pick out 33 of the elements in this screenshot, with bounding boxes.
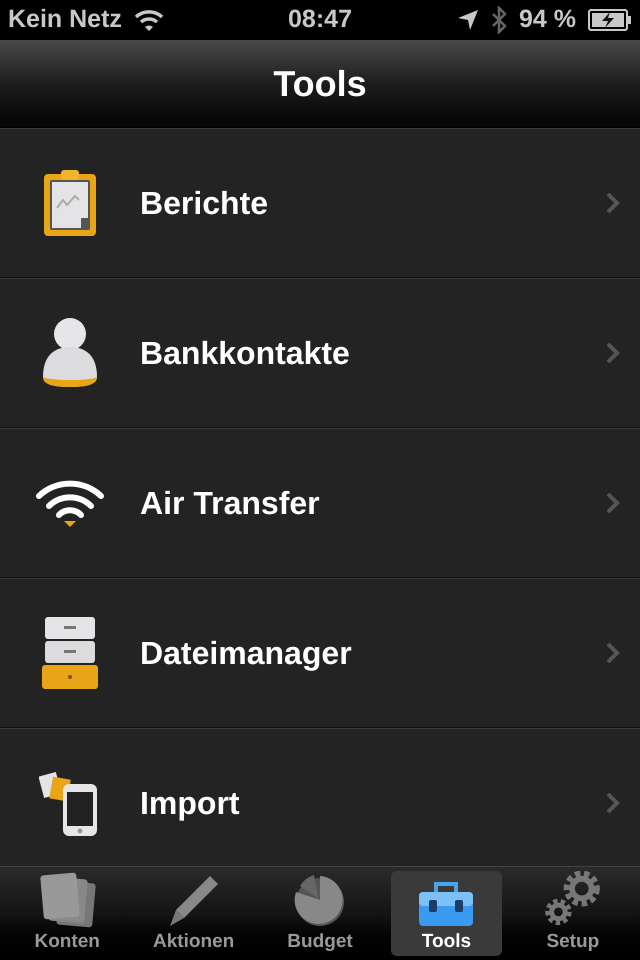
wifi-signal-icon xyxy=(134,9,164,31)
tab-button[interactable]: Konten xyxy=(12,871,122,956)
cards-icon xyxy=(38,872,96,928)
battery-percent: 94 % xyxy=(519,4,576,36)
chevron-icon xyxy=(606,192,620,214)
carrier-label: Kein Netz xyxy=(8,4,122,36)
clock-label: 08:47 xyxy=(288,4,352,36)
chevron-icon xyxy=(606,492,620,514)
person-icon xyxy=(41,317,99,389)
wifi-icon xyxy=(35,478,105,528)
tab-button[interactable]: Budget xyxy=(264,871,376,956)
tab-button[interactable]: Aktionen xyxy=(138,871,249,956)
clipboard-icon xyxy=(43,170,97,236)
chevron-icon xyxy=(606,642,620,664)
tab-button[interactable]: Setup xyxy=(518,871,628,956)
chevron-icon xyxy=(606,792,620,814)
nav-title: Tools xyxy=(273,62,367,106)
menu-row[interactable]: Berichte xyxy=(0,128,640,278)
tab-button[interactable]: Tools xyxy=(391,871,502,956)
menu-row[interactable]: Bankkontakte xyxy=(0,278,640,428)
chevron-icon xyxy=(606,342,620,364)
row-label: Bankkontakte xyxy=(140,334,351,373)
menu-row[interactable]: Air Transfer xyxy=(0,428,640,578)
row-label: Import xyxy=(140,784,241,823)
bluetooth-icon xyxy=(491,6,508,34)
row-label: Dateimanager xyxy=(140,634,353,673)
location-arrow-icon xyxy=(457,9,480,31)
menu-row[interactable]: Dateimanager xyxy=(0,578,640,728)
toolbox-icon xyxy=(417,880,476,928)
row-label: Berichte xyxy=(140,184,270,223)
file-cabinet-icon xyxy=(42,617,98,689)
battery-charging-icon xyxy=(588,9,632,31)
row-label: Air Transfer xyxy=(140,484,321,523)
